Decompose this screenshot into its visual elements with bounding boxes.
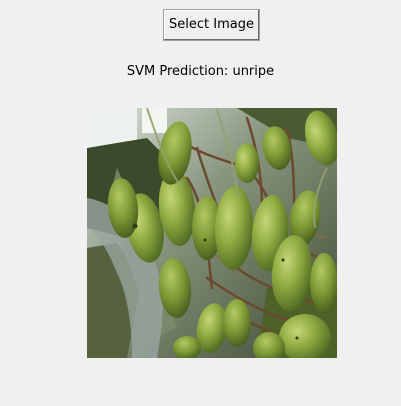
- mango-photo: [87, 108, 337, 358]
- selected-image: [87, 108, 337, 358]
- prediction-label: unripe: [232, 64, 275, 79]
- prediction-prefix: SVM Prediction:: [126, 64, 233, 79]
- app-window: Select Image SVM Prediction: unripe: [0, 0, 401, 406]
- prediction-text: SVM Prediction: unripe: [0, 64, 401, 79]
- select-image-button[interactable]: Select Image: [163, 9, 260, 41]
